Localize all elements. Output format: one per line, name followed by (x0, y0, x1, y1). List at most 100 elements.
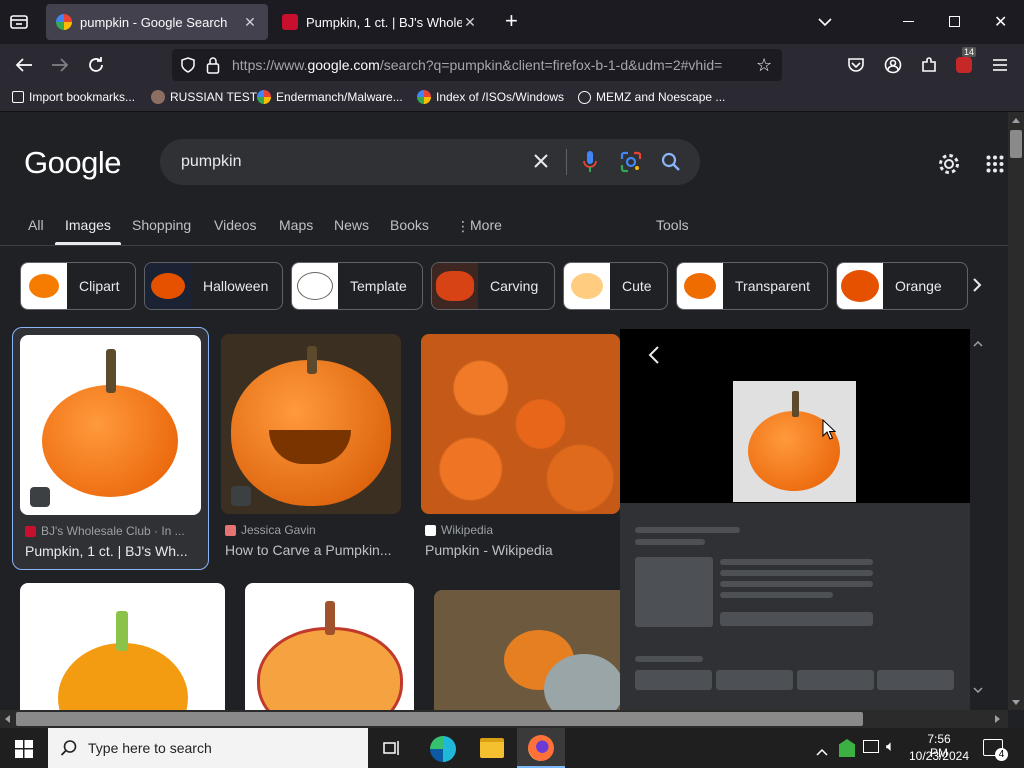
account-icon[interactable] (879, 52, 907, 78)
tab-news[interactable]: News (334, 217, 369, 233)
mouse-cursor-icon (822, 418, 837, 446)
result-title[interactable]: How to Carve a Pumpkin... (225, 542, 405, 558)
tray-overflow-chevron-icon[interactable] (816, 743, 828, 761)
more-vertical-dots-icon[interactable]: ⋮ (456, 218, 470, 235)
result-title[interactable]: Pumpkin - Wikipedia (425, 542, 615, 558)
google-logo[interactable]: Google (24, 145, 121, 181)
tracking-shield-icon[interactable] (180, 57, 196, 76)
scroll-down-arrow-icon[interactable] (1012, 700, 1020, 705)
google-apps-grid-icon[interactable] (986, 155, 1004, 178)
tab-more[interactable]: More (470, 217, 502, 233)
chip-clipart[interactable]: Clipart (20, 262, 136, 310)
loading-placeholder (635, 557, 713, 627)
tab-images[interactable]: Images (65, 217, 111, 233)
orange-pumpkin-thumbnail (837, 263, 883, 309)
search-input[interactable]: pumpkin (181, 153, 511, 171)
task-view-icon[interactable] (383, 739, 401, 762)
extensions-icon[interactable] (915, 52, 943, 78)
edge-browser-icon[interactable] (430, 736, 456, 762)
pocket-icon[interactable] (842, 52, 870, 78)
bookmark-russian-test[interactable]: RUSSIAN TEST (151, 90, 257, 104)
lens-search-icon[interactable] (620, 151, 642, 178)
carved-pumpkins-thumbnail (432, 263, 478, 309)
result-source: Wikipedia (425, 523, 493, 537)
chip-halloween[interactable]: Halloween (144, 262, 283, 310)
ublock-extension-icon[interactable]: 14 (950, 47, 978, 78)
pumpkin-image[interactable] (20, 335, 201, 515)
security-shield-tray-icon[interactable] (839, 739, 855, 757)
forward-button[interactable] (46, 52, 74, 78)
preview-scroll-down-icon[interactable] (973, 680, 983, 698)
restore-button[interactable] (949, 16, 960, 27)
pumpkin-clipart-image[interactable] (20, 583, 225, 710)
vertical-scrollbar[interactable] (1008, 112, 1024, 710)
volume-icon[interactable]: 🔈︎ (886, 738, 895, 755)
tab-overview-icon[interactable] (8, 12, 30, 32)
carved-pumpkin-image[interactable] (221, 334, 401, 514)
tab-books[interactable]: Books (390, 217, 429, 233)
tab-all[interactable]: All (28, 217, 44, 233)
chip-cute[interactable]: Cute (563, 262, 668, 310)
minimize-button[interactable] (903, 21, 914, 22)
close-tab-icon[interactable]: ✕ (242, 14, 258, 31)
image-result-card-selected[interactable]: BJ's Wholesale Club · In ... Pumpkin, 1 … (12, 327, 209, 570)
tab-videos[interactable]: Videos (214, 217, 257, 233)
search-submit-icon[interactable] (661, 152, 681, 177)
search-box[interactable]: pumpkin (160, 139, 700, 185)
preview-scroll-up-icon[interactable] (973, 334, 983, 352)
settings-gear-icon[interactable] (937, 152, 961, 181)
tab-maps[interactable]: Maps (279, 217, 313, 233)
preview-image-area (620, 329, 970, 503)
scroll-right-arrow-icon[interactable] (995, 715, 1000, 723)
chip-orange[interactable]: Orange (836, 262, 968, 310)
hamburger-menu-icon[interactable] (986, 52, 1014, 78)
preview-back-chevron-icon[interactable] (648, 345, 660, 370)
jack-o-lantern-thumbnail (145, 263, 191, 309)
address-bar[interactable]: https://www.google.com/search?q=pumpkin&… (172, 49, 782, 81)
chip-carving[interactable]: Carving (431, 262, 555, 310)
firefox-taskbar-button[interactable] (517, 728, 565, 768)
horizontal-scroll-thumb[interactable] (16, 712, 863, 726)
chip-transparent[interactable]: Transparent (676, 262, 828, 310)
bookmark-isos[interactable]: Index of /ISOs/Windows (417, 90, 564, 104)
horizontal-scrollbar[interactable] (0, 710, 1008, 728)
file-explorer-icon[interactable] (480, 738, 504, 758)
tab-list-chevron-icon[interactable] (818, 14, 832, 32)
pumpkin-cartoon-image[interactable] (245, 583, 414, 710)
tab-title: Pumpkin, 1 ct. | BJ's Wholesale (306, 14, 462, 30)
taskbar-search-input[interactable]: Type here to search (88, 740, 212, 756)
clear-search-icon[interactable] (532, 152, 550, 175)
loading-placeholder (635, 527, 740, 533)
pumpkin-pile-image[interactable] (421, 334, 620, 514)
preview-pumpkin-image[interactable] (733, 381, 856, 502)
scroll-up-arrow-icon[interactable] (1012, 118, 1020, 123)
new-tab-button[interactable]: + (505, 8, 518, 34)
chip-template[interactable]: Template (291, 262, 423, 310)
vertical-scroll-thumb[interactable] (1010, 130, 1022, 158)
bookmark-endermanch[interactable]: Endermanch/Malware... (257, 90, 403, 104)
google-favicon-icon (56, 14, 72, 30)
windows-start-icon[interactable] (15, 740, 33, 763)
lock-icon[interactable] (206, 56, 220, 77)
result-source: BJ's Wholesale Club · In ... (25, 524, 185, 538)
chips-scroll-right-icon[interactable] (972, 278, 982, 297)
tab-shopping[interactable]: Shopping (132, 217, 191, 233)
bookmark-star-icon[interactable]: ☆ (756, 55, 772, 76)
tab-bjs[interactable]: Pumpkin, 1 ct. | BJ's Wholesale ✕ (272, 4, 488, 40)
close-tab-icon[interactable]: ✕ (462, 14, 478, 31)
network-icon[interactable] (863, 740, 879, 753)
tab-google-search[interactable]: pumpkin - Google Search ✕ (46, 4, 268, 40)
clock-date[interactable]: 10/23/2024 (908, 749, 970, 763)
voice-search-icon[interactable] (583, 150, 597, 179)
taskbar-search-box[interactable]: Type here to search (48, 728, 368, 768)
result-title[interactable]: Pumpkin, 1 ct. | BJ's Wh... (25, 543, 205, 559)
tools-button[interactable]: Tools (656, 217, 689, 233)
loading-placeholder (720, 592, 833, 598)
close-window-button[interactable]: ✕ (994, 12, 1007, 32)
bookmark-memz[interactable]: MEMZ and Noescape ... (578, 90, 725, 104)
loading-placeholder (720, 559, 873, 565)
reload-button[interactable] (82, 52, 110, 78)
bookmark-import[interactable]: Import bookmarks... (12, 90, 135, 104)
back-button[interactable] (10, 52, 38, 78)
scroll-left-arrow-icon[interactable] (5, 715, 10, 723)
